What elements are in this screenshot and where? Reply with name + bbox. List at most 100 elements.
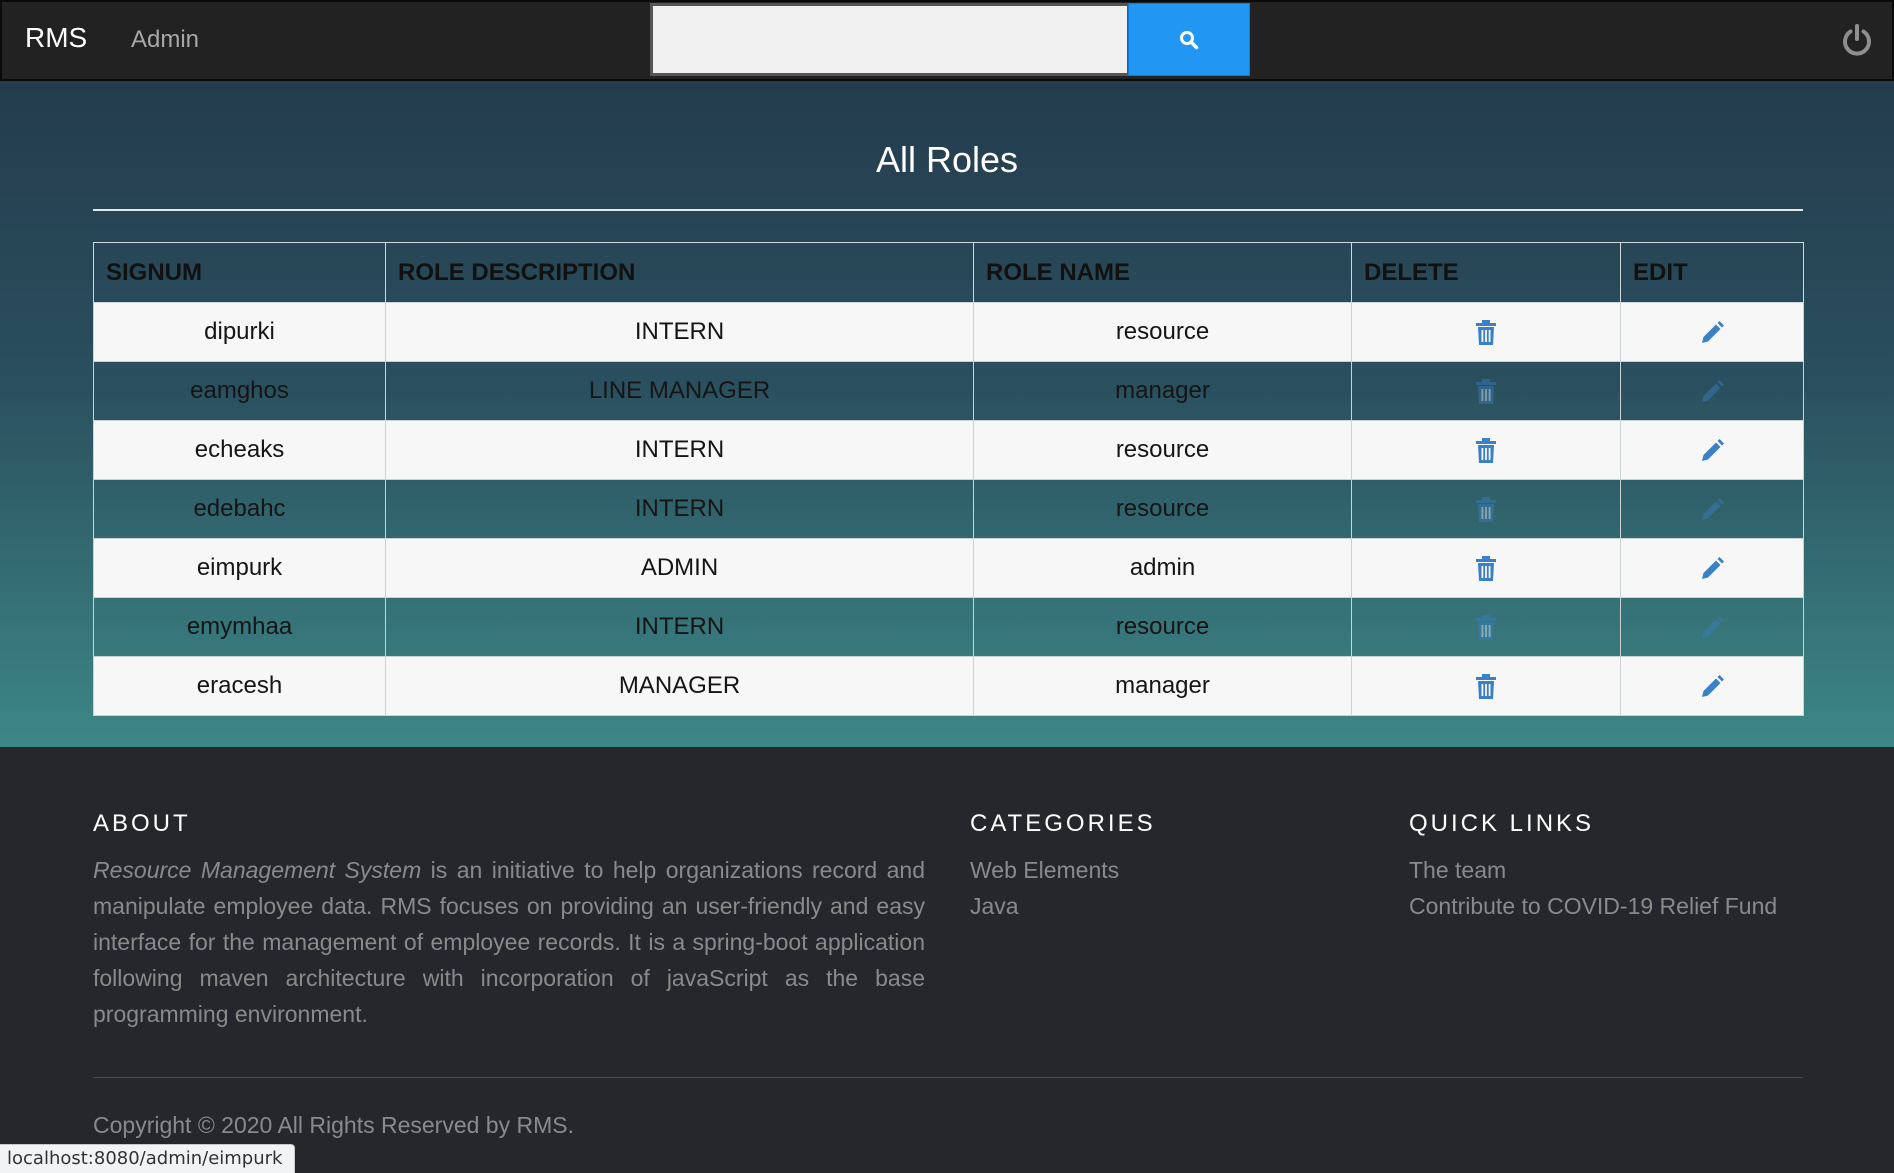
table-row: eamghos LINE MANAGER manager [93,361,1804,421]
table-row: eimpurk ADMIN admin [93,538,1804,598]
trash-icon [1476,378,1496,404]
logout-button[interactable] [1838,20,1876,60]
category-link-web-elements[interactable]: Web Elements [970,852,1119,888]
copyright-text: Copyright © 2020 All Rights Reserved by … [93,1112,574,1138]
delete-button[interactable] [1475,437,1497,464]
cell-delete [1351,361,1621,421]
roles-section: All Roles SIGNUM ROLE DESCRIPTION ROLE N… [0,81,1894,747]
power-icon [1843,24,1871,56]
pencil-icon [1702,615,1724,638]
cell-role-description: INTERN [385,479,974,539]
trash-icon [1476,673,1496,699]
pencil-icon [1702,379,1724,402]
cell-role-description: MANAGER [385,656,974,716]
about-heading: ABOUT [93,810,191,837]
cell-role-description: ADMIN [385,538,974,598]
trash-icon [1476,555,1496,581]
categories-heading: CATEGORIES [970,810,1156,837]
delete-button[interactable] [1475,319,1497,346]
table-row: edebahc INTERN resource [93,479,1804,539]
edit-button[interactable] [1699,438,1725,464]
delete-button[interactable] [1475,496,1497,523]
search-input[interactable] [650,3,1130,76]
cell-edit [1620,538,1804,598]
nav-admin-link[interactable]: Admin [131,26,199,54]
table-row: echeaks INTERN resource [93,420,1804,480]
cell-signum: emymhaa [93,597,386,657]
top-navbar: RMS Admin [0,0,1894,81]
cell-role-description: INTERN [385,420,974,480]
brand-link[interactable]: RMS [25,22,87,54]
cell-signum: eimpurk [93,538,386,598]
header-signum: SIGNUM [93,242,386,303]
cell-role-description: INTERN [385,302,974,362]
cell-role-name: admin [973,538,1352,598]
about-italic: Resource Management System [93,857,422,883]
title-divider [93,209,1803,211]
category-link-java[interactable]: Java [970,888,1119,924]
cell-signum: edebahc [93,479,386,539]
delete-button[interactable] [1475,555,1497,582]
delete-button[interactable] [1475,378,1497,405]
trash-icon [1476,496,1496,522]
cell-delete [1351,420,1621,480]
quicklinks-list: The team Contribute to COVID-19 Relief F… [1409,852,1777,924]
cell-role-description: LINE MANAGER [385,361,974,421]
cell-delete [1351,656,1621,716]
edit-button[interactable] [1699,497,1725,523]
footer: ABOUT Resource Management System is an i… [0,747,1894,1173]
delete-button[interactable] [1475,614,1497,641]
trash-icon [1476,614,1496,640]
cell-role-name: manager [973,361,1352,421]
cell-role-name: resource [973,597,1352,657]
header-edit: EDIT [1620,242,1804,303]
edit-button[interactable] [1699,379,1725,405]
header-delete: DELETE [1351,242,1621,303]
cell-role-name: resource [973,420,1352,480]
status-bar-url: localhost:8080/admin/eimpurk [0,1144,296,1173]
table-row: emymhaa INTERN resource [93,597,1804,657]
delete-button[interactable] [1475,673,1497,700]
cell-edit [1620,420,1804,480]
table-row: eracesh MANAGER manager [93,656,1804,716]
pencil-icon [1702,556,1724,579]
cell-signum: dipurki [93,302,386,362]
pencil-icon [1702,497,1724,520]
cell-signum: eamghos [93,361,386,421]
header-role-description: ROLE DESCRIPTION [385,242,974,303]
header-role-name: ROLE NAME [973,242,1352,303]
edit-button[interactable] [1699,556,1725,582]
pencil-icon [1702,674,1724,697]
cell-role-name: resource [973,302,1352,362]
cell-delete [1351,538,1621,598]
edit-button[interactable] [1699,674,1725,700]
trash-icon [1476,437,1496,463]
quicklink-covid-fund[interactable]: Contribute to COVID-19 Relief Fund [1409,888,1777,924]
about-text: Resource Management System is an initiat… [93,852,925,1032]
cell-delete [1351,597,1621,657]
quicklinks-heading: QUICK LINKS [1409,810,1595,837]
roles-table: SIGNUM ROLE DESCRIPTION ROLE NAME DELETE… [93,242,1804,716]
cell-edit [1620,656,1804,716]
cell-edit [1620,361,1804,421]
cell-role-name: manager [973,656,1352,716]
table-row: dipurki INTERN resource [93,302,1804,362]
cell-delete [1351,302,1621,362]
cell-signum: echeaks [93,420,386,480]
quicklink-team[interactable]: The team [1409,852,1777,888]
table-header-row: SIGNUM ROLE DESCRIPTION ROLE NAME DELETE… [93,242,1804,303]
edit-button[interactable] [1699,615,1725,641]
cell-edit [1620,302,1804,362]
cell-signum: eracesh [93,656,386,716]
cell-edit [1620,479,1804,539]
cell-delete [1351,479,1621,539]
trash-icon [1476,319,1496,345]
cell-role-name: resource [973,479,1352,539]
pencil-icon [1702,320,1724,343]
search-icon [1180,30,1199,49]
pencil-icon [1702,438,1724,461]
categories-list: Web Elements Java [970,852,1119,924]
edit-button[interactable] [1699,320,1725,346]
cell-role-description: INTERN [385,597,974,657]
search-button[interactable] [1128,3,1250,76]
